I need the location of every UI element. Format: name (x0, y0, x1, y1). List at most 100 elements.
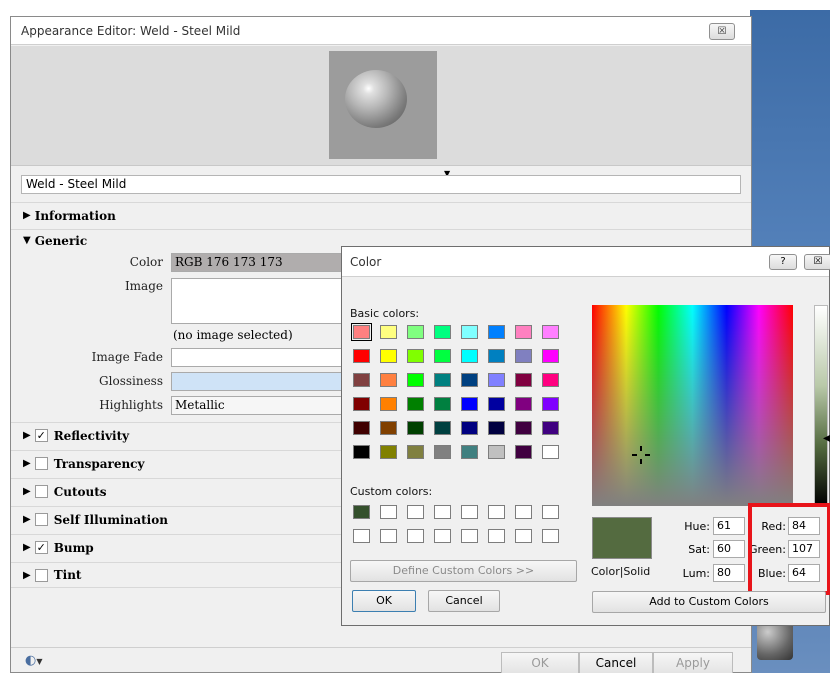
custom-color-swatch[interactable] (353, 505, 370, 519)
basic-color-swatch[interactable] (461, 421, 478, 435)
custom-color-swatch[interactable] (461, 529, 478, 543)
basic-color-swatch[interactable] (407, 325, 424, 339)
basic-color-swatch[interactable] (353, 421, 370, 435)
custom-color-swatch[interactable] (434, 505, 451, 519)
material-name-field[interactable]: Weld - Steel Mild (21, 175, 741, 194)
sphere-preview-icon (345, 70, 407, 128)
custom-color-swatch[interactable] (380, 529, 397, 543)
image-slot[interactable] (171, 278, 343, 324)
color-dialog-close-button[interactable]: ☒ (804, 254, 830, 270)
basic-color-swatch[interactable] (434, 421, 451, 435)
section-information[interactable]: ▶ Information (11, 202, 751, 228)
basic-color-swatch[interactable] (353, 397, 370, 411)
basic-color-swatch[interactable] (434, 445, 451, 459)
custom-color-swatch[interactable] (488, 529, 505, 543)
basic-color-swatch[interactable] (380, 445, 397, 459)
basic-color-swatch[interactable] (488, 397, 505, 411)
basic-color-swatch[interactable] (380, 421, 397, 435)
add-to-custom-colors-button[interactable]: Add to Custom Colors (592, 591, 826, 613)
basic-color-swatch[interactable] (407, 373, 424, 387)
basic-color-swatch[interactable] (515, 325, 532, 339)
basic-color-swatch[interactable] (488, 349, 505, 363)
basic-color-swatch[interactable] (461, 397, 478, 411)
basic-color-swatch[interactable] (542, 445, 559, 459)
basic-color-swatch[interactable] (380, 349, 397, 363)
basic-color-swatch[interactable] (488, 325, 505, 339)
apply-button[interactable]: Apply (653, 652, 733, 673)
luminosity-arrow-icon[interactable]: ◀ (823, 433, 830, 444)
image-fade-slider[interactable] (171, 348, 343, 367)
basic-color-swatch[interactable] (434, 373, 451, 387)
basic-color-swatch[interactable] (515, 445, 532, 459)
ok-button[interactable]: OK (501, 652, 579, 673)
basic-color-swatch[interactable] (461, 325, 478, 339)
basic-color-swatch[interactable] (542, 349, 559, 363)
editor-close-button[interactable]: ☒ (709, 23, 735, 40)
dialog-ok-button[interactable]: OK (352, 590, 416, 612)
basic-color-swatch[interactable] (380, 373, 397, 387)
basic-color-swatch[interactable] (461, 349, 478, 363)
self-illumination-checkbox[interactable] (34, 513, 48, 526)
basic-color-swatch[interactable] (488, 373, 505, 387)
basic-color-swatch[interactable] (515, 373, 532, 387)
basic-color-swatch[interactable] (542, 397, 559, 411)
basic-color-swatch[interactable] (380, 325, 397, 339)
basic-color-swatch[interactable] (434, 325, 451, 339)
custom-color-swatch[interactable] (407, 529, 424, 543)
basic-color-swatch[interactable] (461, 373, 478, 387)
basic-color-swatch[interactable] (434, 349, 451, 363)
basic-color-swatch[interactable] (407, 349, 424, 363)
cutouts-checkbox[interactable] (34, 485, 48, 498)
glossiness-slider[interactable] (171, 372, 343, 391)
basic-color-swatch[interactable] (434, 397, 451, 411)
custom-color-swatch[interactable] (407, 505, 424, 519)
custom-color-swatch[interactable] (542, 529, 559, 543)
transparency-checkbox[interactable] (34, 457, 48, 470)
custom-color-swatch[interactable] (515, 505, 532, 519)
editor-footer: ◐▼ OK Cancel Apply (11, 647, 751, 673)
highlights-dropdown[interactable]: Metallic (171, 396, 343, 415)
basic-color-swatch[interactable] (488, 421, 505, 435)
custom-color-swatch[interactable] (542, 505, 559, 519)
tint-checkbox[interactable] (34, 568, 48, 582)
color-spectrum-picker[interactable] (592, 305, 793, 506)
custom-color-swatch[interactable] (380, 505, 397, 519)
basic-color-swatch[interactable] (407, 421, 424, 435)
define-custom-colors-button[interactable]: Define Custom Colors >> (350, 560, 577, 582)
background-material-thumbnail (757, 620, 793, 660)
basic-color-swatch[interactable] (353, 349, 370, 363)
custom-color-swatch[interactable] (461, 505, 478, 519)
basic-color-swatch[interactable] (351, 323, 372, 341)
material-preview-swatch[interactable] (329, 51, 437, 159)
image-status: (no image selected) (173, 328, 293, 342)
custom-color-swatch[interactable] (434, 529, 451, 543)
basic-color-swatch[interactable] (407, 445, 424, 459)
color-value-field[interactable]: RGB 176 173 173 (171, 253, 343, 272)
expand-arrow-icon: ▶ (23, 210, 31, 221)
basic-color-swatch[interactable] (515, 349, 532, 363)
basic-color-swatch[interactable] (488, 445, 505, 459)
basic-color-swatch[interactable] (542, 421, 559, 435)
bump-checkbox[interactable]: ✓ (34, 541, 48, 554)
luminosity-slider[interactable] (814, 305, 828, 506)
basic-color-swatch[interactable] (515, 397, 532, 411)
basic-color-swatch[interactable] (353, 373, 370, 387)
basic-color-swatch[interactable] (515, 421, 532, 435)
custom-color-swatch[interactable] (488, 505, 505, 519)
basic-color-swatch[interactable] (407, 397, 424, 411)
editor-title-bar: Appearance Editor: Weld - Steel Mild (11, 17, 751, 45)
basic-color-swatch[interactable] (542, 373, 559, 387)
custom-color-swatch[interactable] (515, 529, 532, 543)
basic-color-swatch[interactable] (380, 397, 397, 411)
basic-color-swatch[interactable] (542, 325, 559, 339)
basic-color-swatch[interactable] (353, 445, 370, 459)
reflectivity-checkbox[interactable]: ✓ (34, 429, 48, 442)
expand-arrow-icon: ▶ (23, 514, 31, 525)
help-button[interactable]: ? (769, 254, 797, 270)
basic-color-swatch[interactable] (461, 445, 478, 459)
dialog-cancel-button[interactable]: Cancel (428, 590, 500, 612)
section-label: Information (34, 208, 116, 223)
cancel-button[interactable]: Cancel (579, 652, 653, 673)
custom-color-swatch[interactable] (353, 529, 370, 543)
options-menu-icon[interactable]: ◐▼ (25, 653, 43, 668)
